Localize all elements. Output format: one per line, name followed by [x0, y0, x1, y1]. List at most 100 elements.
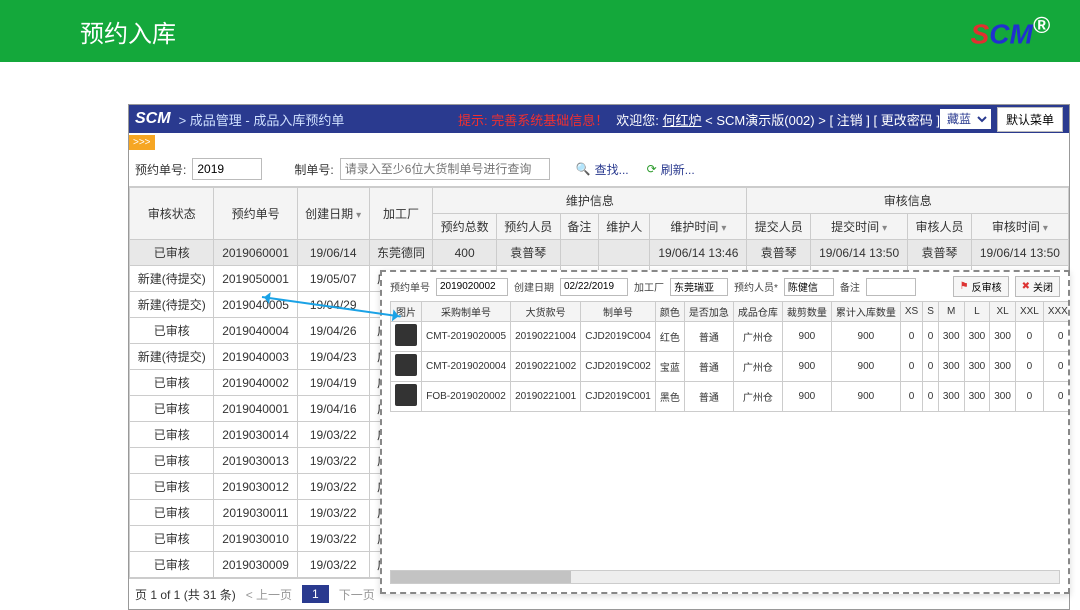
cell-cut: 900 [782, 322, 831, 352]
cell-aud_t: 19/06/14 13:50 [971, 240, 1068, 266]
cell-resv_no: 2019040002 [214, 370, 297, 396]
cell-wh: 广州仓 [733, 352, 782, 382]
logout-link[interactable]: [ 注销 ] [829, 113, 869, 128]
user-name[interactable]: 何红炉 [663, 113, 702, 128]
refresh-button[interactable]: ⟳ 刷新... [641, 160, 701, 179]
filter-icon[interactable]: ▾ [356, 210, 361, 221]
pager-next[interactable]: 下一页 [339, 586, 375, 603]
popup-scrollbar[interactable] [390, 570, 1060, 584]
pager-prev[interactable]: < 上一页 [246, 586, 292, 603]
pcol-cum[interactable]: 累计入库数量 [831, 302, 900, 322]
pcol-xl[interactable]: XL [990, 302, 1016, 322]
cell-xs: 0 [900, 382, 922, 412]
scrollbar-thumb[interactable] [391, 571, 571, 583]
cell-m: 300 [938, 322, 964, 352]
cell-xs: 0 [900, 352, 922, 382]
reverse-audit-button[interactable]: ⚑ 反审核 [953, 276, 1009, 297]
cell-maint_p [599, 240, 650, 266]
col-audit-person[interactable]: 审核人员 [908, 214, 972, 240]
col-maint-person[interactable]: 维护人 [599, 214, 650, 240]
cell-s: 0 [923, 382, 939, 412]
col-maint-time[interactable]: 维护时间▾ [650, 214, 747, 240]
table-row[interactable]: CMT-201902000420190221002CJD2019C002宝蓝普通… [391, 352, 1071, 382]
welcome-label: 欢迎您: 何红炉 < SCM演示版(002) > [ 注销 ] [ 更改密码 ] [616, 110, 940, 129]
p-created-input[interactable] [560, 278, 628, 296]
order-no-input[interactable] [340, 158, 550, 180]
cell-xxxl: 0 [1043, 322, 1070, 352]
table-row[interactable]: 已审核201906000119/06/14东莞德同400袁普琴19/06/14 … [130, 240, 1069, 266]
thumbnail-image [395, 324, 417, 346]
cell-status: 新建(待提交) [130, 266, 214, 292]
col-resv-person[interactable]: 预约人员 [496, 214, 560, 240]
cell-resv_no: 2019030011 [214, 500, 297, 526]
changepw-link[interactable]: [ 更改密码 ] [874, 113, 940, 128]
table-row[interactable]: CMT-201902000520190221004CJD2019C004红色普通… [391, 322, 1071, 352]
resv-no-input[interactable] [192, 158, 262, 180]
pcol-xxxl[interactable]: XXXL [1043, 302, 1070, 322]
cell-status: 已审核 [130, 422, 214, 448]
col-remark[interactable]: 备注 [560, 214, 599, 240]
filter-icon[interactable]: ▾ [721, 223, 726, 234]
cell-status: 已审核 [130, 370, 214, 396]
pcol-xxl[interactable]: XXL [1015, 302, 1043, 322]
cell-sub_t: 19/06/14 13:50 [811, 240, 908, 266]
pcol-order[interactable]: 制单号 [581, 302, 656, 322]
pager-current[interactable]: 1 [302, 585, 329, 603]
col-submit-person[interactable]: 提交人员 [747, 214, 811, 240]
cell-created: 19/03/22 [297, 448, 369, 474]
theme-select[interactable]: 藏蓝 [940, 109, 991, 129]
col-factory[interactable]: 加工厂 [369, 188, 433, 240]
cell-total: 400 [433, 240, 497, 266]
cell-s: 0 [923, 352, 939, 382]
cell-created: 19/03/22 [297, 552, 369, 578]
col-status[interactable]: 审核状态 [130, 188, 214, 240]
cell-created: 19/04/23 [297, 344, 369, 370]
cell-xs: 0 [900, 322, 922, 352]
pcol-l[interactable]: L [964, 302, 990, 322]
pcol-s[interactable]: S [923, 302, 939, 322]
pcol-color[interactable]: 颜色 [655, 302, 684, 322]
p-resvp-input[interactable] [784, 278, 834, 296]
col-created[interactable]: 创建日期▾ [297, 188, 369, 240]
cell-resv_no: 2019030012 [214, 474, 297, 500]
pcol-cut[interactable]: 裁剪数量 [782, 302, 831, 322]
filter-icon[interactable]: ▾ [1043, 223, 1048, 234]
pcol-urgent[interactable]: 是否加急 [684, 302, 733, 322]
resv-no-label: 预约单号: [135, 161, 186, 178]
drawer-toggle[interactable]: >>> [129, 135, 155, 150]
cell-resv_p: 袁普琴 [496, 240, 560, 266]
cell-batch: 20190221002 [511, 352, 581, 382]
pcol-wh[interactable]: 成品仓库 [733, 302, 782, 322]
p-remark-input[interactable] [866, 278, 916, 296]
col-group-audit: 审核信息 [747, 188, 1069, 214]
col-audit-time[interactable]: 审核时间▾ [971, 214, 1068, 240]
breadcrumb: > 成品管理 - 成品入库预约单 [179, 110, 345, 129]
cell-batch: 20190221001 [511, 382, 581, 412]
pcol-m[interactable]: M [938, 302, 964, 322]
pcol-batch[interactable]: 大货款号 [511, 302, 581, 322]
app-topbar: SCM > 成品管理 - 成品入库预约单 提示: 完善系统基础信息！ 欢迎您: … [129, 105, 1069, 133]
cell-status: 已审核 [130, 396, 214, 422]
col-resv-no[interactable]: 预约单号 [214, 188, 297, 240]
p-resv-input[interactable] [436, 278, 508, 296]
col-submit-time[interactable]: 提交时间▾ [811, 214, 908, 240]
pcol-pur[interactable]: 采购制单号 [422, 302, 511, 322]
col-resv-total[interactable]: 预约总数 [433, 214, 497, 240]
cell-created: 19/04/19 [297, 370, 369, 396]
find-button[interactable]: 🔍 查找... [570, 160, 635, 179]
pcol-xs[interactable]: XS [900, 302, 922, 322]
cell-xl: 300 [990, 322, 1016, 352]
cell-order: CJD2019C002 [581, 352, 656, 382]
close-button[interactable]: ✖ 关闭 [1015, 276, 1060, 297]
filter-icon[interactable]: ▾ [882, 223, 887, 234]
default-menu-button[interactable]: 默认菜单 [997, 107, 1063, 132]
p-created-label: 创建日期 [514, 279, 554, 294]
cell-status: 已审核 [130, 552, 214, 578]
p-factory-input[interactable] [670, 278, 728, 296]
table-row[interactable]: FOB-201902000220190221001CJD2019C001黑色普通… [391, 382, 1071, 412]
cell-m: 300 [938, 382, 964, 412]
cell-xxl: 0 [1015, 352, 1043, 382]
p-resvp-label: 预约人员* [734, 279, 778, 294]
cell-order: CJD2019C001 [581, 382, 656, 412]
cell-created: 19/06/14 [297, 240, 369, 266]
